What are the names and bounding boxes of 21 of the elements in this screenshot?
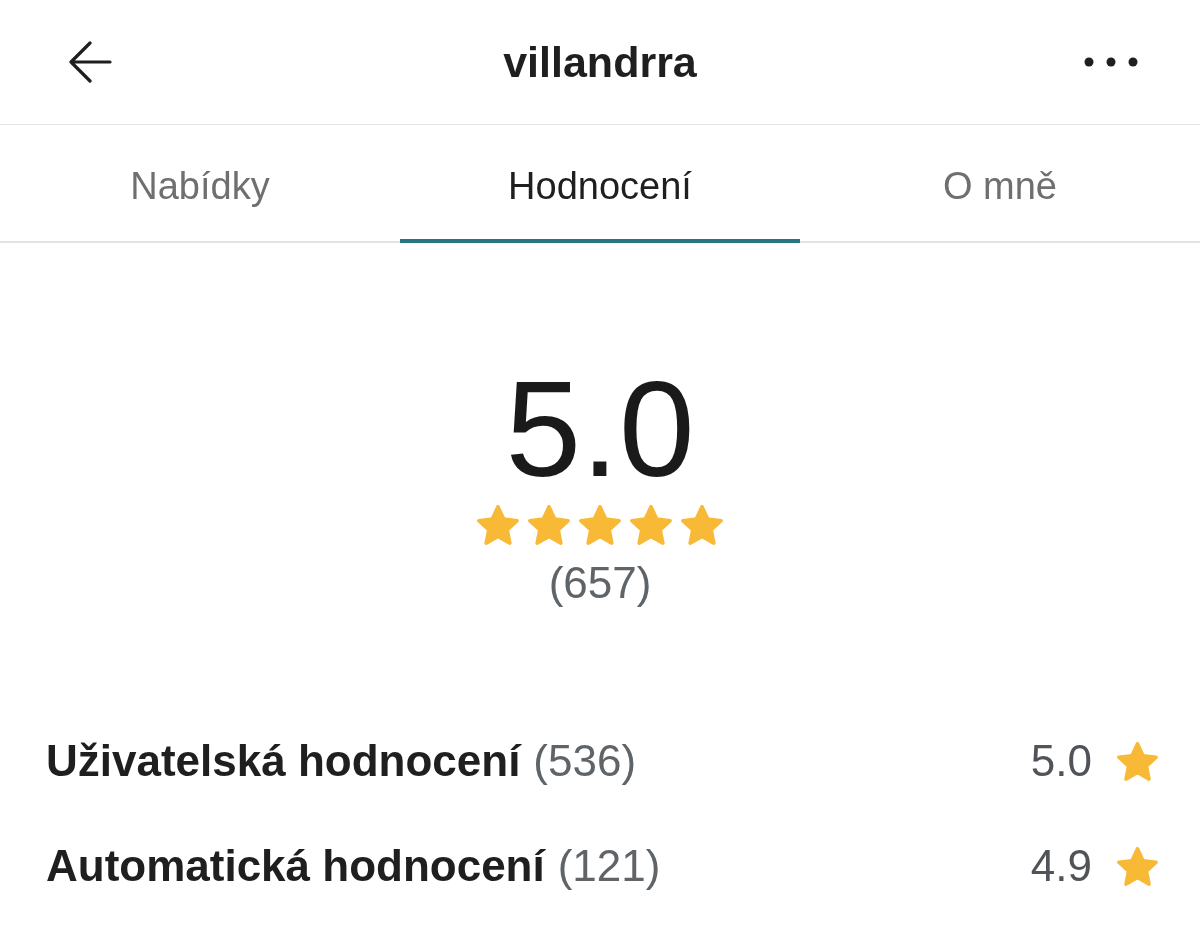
- star-icon: [630, 505, 672, 545]
- star-icon: [681, 505, 723, 545]
- back-icon[interactable]: [68, 41, 112, 83]
- star-icon: [1117, 846, 1158, 886]
- star-icon: [1117, 741, 1158, 781]
- profile-name: villandrra: [503, 37, 697, 87]
- star-icon: [528, 505, 570, 545]
- rating-category: Uživatelská hodnocení: [46, 736, 521, 786]
- star-icon: [579, 505, 621, 545]
- category-score: 5.0: [1030, 736, 1092, 786]
- category-score: 4.9: [1030, 841, 1092, 891]
- tab[interactable]: Hodnocení: [400, 125, 800, 243]
- tab[interactable]: Nabídky: [0, 125, 400, 243]
- average-score: 5.0: [505, 361, 695, 497]
- category-count: (536): [533, 736, 637, 786]
- star-icon: [477, 505, 519, 545]
- review-count: (657): [548, 557, 652, 609]
- rating-category: Automatická hodnocení: [46, 841, 545, 891]
- category-count: (121): [557, 841, 661, 891]
- more-icon[interactable]: [1084, 57, 1138, 67]
- tab[interactable]: O mně: [800, 125, 1200, 243]
